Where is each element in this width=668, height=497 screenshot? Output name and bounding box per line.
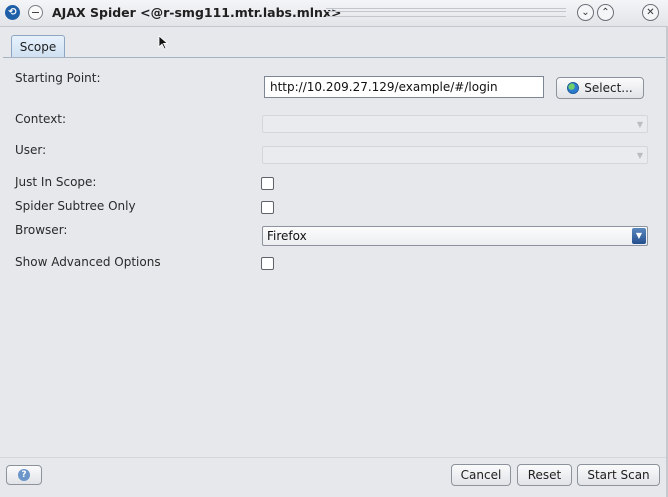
- tab-scope[interactable]: Scope: [11, 35, 65, 58]
- window-menu-icon[interactable]: [28, 5, 43, 20]
- title-decoration: [326, 8, 566, 17]
- show-advanced-options-checkbox[interactable]: [261, 257, 274, 270]
- chevron-down-icon[interactable]: ▼: [632, 228, 646, 244]
- tab-divider: [3, 57, 665, 58]
- starting-point-label: Starting Point:: [15, 71, 101, 85]
- help-icon: ?: [18, 469, 30, 481]
- select-button-label: Select...: [584, 81, 633, 95]
- tab-scope-label: Scope: [19, 40, 57, 54]
- start-scan-button[interactable]: Start Scan: [577, 464, 660, 486]
- user-label: User:: [15, 143, 47, 157]
- maximize-icon[interactable]: ⌃: [597, 4, 614, 21]
- context-select[interactable]: ▼: [262, 115, 648, 133]
- spider-subtree-only-label: Spider Subtree Only: [15, 199, 136, 213]
- context-label: Context:: [15, 112, 67, 126]
- show-advanced-options-label: Show Advanced Options: [15, 255, 161, 269]
- user-select[interactable]: ▼: [262, 146, 648, 164]
- chevron-down-icon: ▼: [636, 151, 643, 160]
- footer-divider: [0, 457, 668, 458]
- minimize-icon[interactable]: ⌄: [577, 4, 594, 21]
- starting-point-input[interactable]: [264, 76, 544, 98]
- browser-select[interactable]: Firefox ▼: [262, 226, 648, 246]
- help-button[interactable]: ?: [6, 465, 42, 485]
- close-icon[interactable]: ✕: [642, 4, 659, 21]
- chevron-down-icon: ▼: [636, 120, 643, 129]
- just-in-scope-checkbox[interactable]: [261, 177, 274, 190]
- mouse-cursor-icon: [158, 35, 169, 50]
- just-in-scope-label: Just In Scope:: [15, 175, 97, 189]
- select-button[interactable]: Select...: [556, 77, 644, 99]
- browser-label: Browser:: [15, 223, 68, 237]
- reset-button[interactable]: Reset: [517, 464, 572, 486]
- globe-icon: [567, 82, 580, 94]
- spider-subtree-only-checkbox[interactable]: [261, 201, 274, 214]
- window-title: AJAX Spider <@r-smg111.mtr.labs.mlnx>: [52, 5, 342, 20]
- browser-select-value: Firefox: [267, 229, 307, 243]
- cancel-button[interactable]: Cancel: [451, 464, 511, 486]
- title-bar[interactable]: ⟲ AJAX Spider <@r-smg111.mtr.labs.mlnx> …: [0, 0, 668, 27]
- zap-icon[interactable]: ⟲: [5, 5, 20, 20]
